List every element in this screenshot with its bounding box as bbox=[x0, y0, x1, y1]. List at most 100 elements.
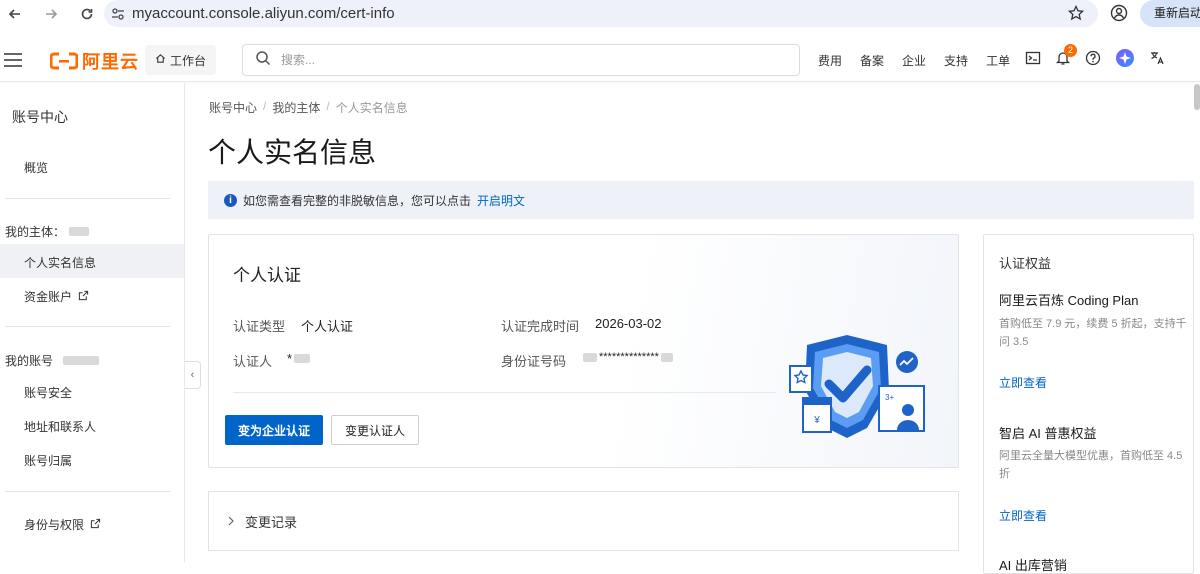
masked-text bbox=[660, 352, 673, 362]
cert-person-label: 认证人 bbox=[233, 354, 273, 369]
svg-text:3+: 3+ bbox=[885, 393, 894, 402]
top-link-support[interactable]: 支持 bbox=[944, 52, 968, 69]
external-link-icon bbox=[90, 518, 101, 532]
switch-to-enterprise-button[interactable]: 变为企业认证 bbox=[225, 415, 323, 445]
info-icon: i bbox=[224, 193, 237, 207]
breadcrumb-separator: / bbox=[326, 99, 330, 113]
change-record-label: 变更记录 bbox=[245, 514, 298, 530]
chevron-right-icon bbox=[227, 514, 235, 529]
cert-time-value: 2026-03-02 bbox=[595, 316, 662, 331]
forward-icon[interactable] bbox=[36, 0, 66, 28]
site-info-icon[interactable] bbox=[104, 7, 132, 21]
change-record-panel[interactable]: 变更记录 bbox=[208, 491, 959, 551]
cert-person-field: * bbox=[287, 351, 311, 366]
menu-icon[interactable] bbox=[2, 49, 24, 71]
sidebar: 账号中心 概览 我的主体： 个人实名信息 资金账户 我的账号 账号安全 地址和联… bbox=[0, 83, 185, 562]
id-number-value: ************** bbox=[599, 351, 659, 363]
benefit-desc: 阿里云全量大模型优惠，首购低至 4.5 折 bbox=[999, 450, 1183, 480]
help-icon[interactable] bbox=[1085, 50, 1101, 71]
scrollbar[interactable] bbox=[1194, 84, 1200, 110]
benefits-title: 认证权益 bbox=[999, 256, 1052, 271]
sidebar-item-personal-info[interactable]: 个人实名信息 bbox=[24, 254, 96, 271]
top-link-enterprise[interactable]: 企业 bbox=[902, 52, 926, 69]
sidebar-group-label: 我的主体： bbox=[5, 225, 66, 239]
sidebar-item-address-contacts[interactable]: 地址和联系人 bbox=[24, 418, 96, 435]
sidebar-group-label: 我的账号 bbox=[5, 354, 54, 368]
logo-text: 阿里云 bbox=[82, 52, 139, 72]
browser-toolbar: myaccount.console.aliyun.com/cert-info 重… bbox=[0, 0, 1200, 28]
sidebar-item-label: 资金账户 bbox=[24, 290, 73, 304]
ai-assistant-icon[interactable] bbox=[1115, 48, 1135, 73]
svg-text:¥: ¥ bbox=[813, 415, 820, 426]
sidebar-item-account-security[interactable]: 账号安全 bbox=[24, 384, 72, 401]
cert-type-label: 认证类型 bbox=[233, 319, 286, 334]
card-divider bbox=[233, 392, 776, 393]
profile-icon[interactable] bbox=[1110, 4, 1128, 27]
search-input[interactable] bbox=[281, 53, 681, 67]
home-icon bbox=[155, 53, 166, 67]
card-title: 个人认证 bbox=[233, 266, 301, 285]
id-number-label: 身份证号码 bbox=[501, 354, 567, 369]
notification-bell-icon[interactable]: 2 bbox=[1055, 43, 1077, 71]
breadcrumb-item[interactable]: 我的主体 bbox=[272, 99, 320, 116]
sidebar-item-label: 账号安全 bbox=[24, 386, 73, 400]
workbench-button[interactable]: 工作台 bbox=[145, 45, 217, 75]
benefit-heading-cut: AI 出库营销 bbox=[999, 558, 1067, 573]
masked-text bbox=[69, 227, 90, 236]
sidebar-divider bbox=[5, 198, 170, 199]
benefit-heading: 阿里云百炼 Coding Plan bbox=[999, 293, 1139, 308]
change-certifier-button[interactable]: 变更认证人 bbox=[331, 415, 419, 445]
restart-button[interactable]: 重新启动 bbox=[1140, 0, 1200, 27]
info-notice: i 如您需查看完整的非脱敏信息，您可以点击 开启明文 bbox=[208, 181, 1194, 219]
benefit-desc: 首购低至 7.9 元，续费 5 折起，支持千问 3.5 bbox=[999, 318, 1187, 348]
language-icon[interactable] bbox=[1149, 50, 1165, 71]
sidebar-divider bbox=[5, 326, 170, 327]
chevron-left-icon: ‹ bbox=[190, 369, 195, 381]
cert-type-value: 个人认证 bbox=[301, 319, 354, 334]
show-plaintext-link[interactable]: 开启明文 bbox=[477, 192, 525, 209]
benefit-view-link[interactable]: 立即查看 bbox=[999, 374, 1047, 391]
page-title: 个人实名信息 bbox=[208, 137, 377, 168]
search-box[interactable] bbox=[242, 44, 800, 76]
notice-text: 如您需查看完整的非脱敏信息，您可以点击 bbox=[243, 193, 472, 208]
sidebar-item-account-ownership[interactable]: 账号归属 bbox=[24, 452, 72, 469]
bookmark-star-icon[interactable] bbox=[1067, 4, 1085, 26]
sidebar-group-my-entity: 我的主体： bbox=[5, 223, 90, 240]
top-icons: 2 bbox=[1025, 38, 1165, 82]
cert-person-value: * bbox=[287, 351, 293, 366]
back-icon[interactable] bbox=[0, 0, 30, 28]
sidebar-divider bbox=[5, 491, 170, 492]
sidebar-item-label: 账号归属 bbox=[24, 454, 73, 468]
benefit-view-link[interactable]: 立即查看 bbox=[999, 507, 1047, 524]
benefit-heading: 智启 AI 普惠权益 bbox=[999, 426, 1097, 441]
masked-text bbox=[294, 354, 311, 363]
reload-icon[interactable] bbox=[72, 0, 102, 28]
terminal-icon[interactable] bbox=[1025, 50, 1041, 71]
breadcrumb: 账号中心 / 我的主体 / 个人实名信息 bbox=[209, 99, 408, 116]
notification-badge: 2 bbox=[1064, 43, 1077, 57]
sidebar-item-label: 个人实名信息 bbox=[24, 256, 97, 270]
cert-time-label: 认证完成时间 bbox=[501, 319, 580, 334]
url-text: myaccount.console.aliyun.com/cert-info bbox=[132, 5, 395, 22]
sidebar-item-label: 地址和联系人 bbox=[24, 420, 97, 434]
sidebar-group-my-account: 我的账号 bbox=[5, 352, 100, 369]
sidebar-collapse-button[interactable]: ‹ bbox=[185, 361, 201, 389]
sidebar-item-label: 身份与权限 bbox=[24, 518, 85, 532]
id-number-field: ************** bbox=[583, 351, 673, 363]
address-bar[interactable]: myaccount.console.aliyun.com/cert-info bbox=[104, 0, 1098, 27]
external-link-icon bbox=[78, 290, 89, 304]
breadcrumb-item[interactable]: 账号中心 bbox=[209, 99, 257, 116]
sidebar-item-overview[interactable]: 概览 bbox=[24, 159, 48, 176]
top-link-icp[interactable]: 备案 bbox=[860, 52, 884, 69]
benefits-card: 认证权益 阿里云百炼 Coding Plan 首购低至 7.9 元，续费 5 折… bbox=[983, 234, 1194, 574]
top-link-fees[interactable]: 费用 bbox=[818, 52, 842, 69]
console-topbar: 阿里云 工作台 费用 备案 企业 支持 工单 2 bbox=[0, 38, 1200, 110]
breadcrumb-current: 个人实名信息 bbox=[335, 101, 408, 115]
sidebar-item-identity-permissions[interactable]: 身份与权限 bbox=[24, 516, 101, 533]
top-link-ticket[interactable]: 工单 bbox=[986, 52, 1010, 69]
search-icon bbox=[255, 50, 271, 71]
masked-text bbox=[583, 352, 597, 362]
aliyun-logo[interactable]: 阿里云 bbox=[50, 48, 139, 74]
sidebar-item-fund-account[interactable]: 资金账户 bbox=[24, 288, 89, 305]
masked-text bbox=[63, 356, 100, 365]
